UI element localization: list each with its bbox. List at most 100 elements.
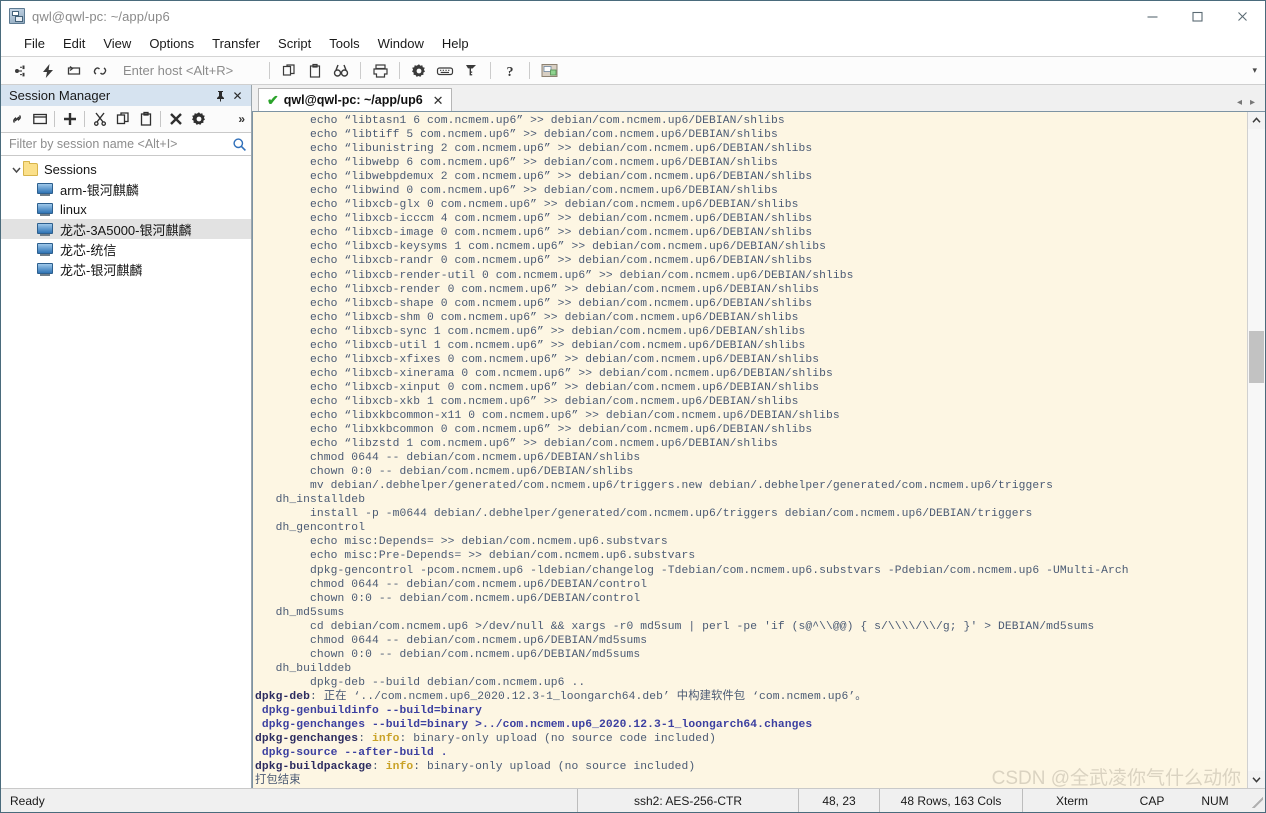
menu-window[interactable]: Window bbox=[369, 33, 433, 54]
connect-icon[interactable] bbox=[10, 60, 34, 82]
sidebar-overflow-icon[interactable]: » bbox=[238, 112, 245, 126]
session-manager-icon[interactable] bbox=[537, 60, 561, 82]
terminal-line: dpkg-source --after-build . bbox=[255, 746, 1247, 760]
terminal-line: echo “libtiff 5 com.ncmem.up6” >> debian… bbox=[255, 128, 1247, 142]
menu-help[interactable]: Help bbox=[433, 33, 478, 54]
tab-close-icon[interactable]: ✕ bbox=[433, 94, 444, 107]
terminal-text-run: chmod 0644 -- debian/com.ncmem.up6/DEBIA… bbox=[255, 635, 647, 647]
copy-icon[interactable] bbox=[277, 60, 301, 82]
resize-grip[interactable] bbox=[1249, 794, 1263, 808]
tab-next-icon[interactable]: ▸ bbox=[1250, 97, 1255, 108]
terminal-text-run: echo “libtasn1 6 com.ncmem.up6” >> debia… bbox=[255, 115, 785, 127]
terminal-scrollbar[interactable] bbox=[1247, 112, 1265, 788]
terminal-line: echo “libzstd 1 com.ncmem.up6” >> debian… bbox=[255, 437, 1247, 451]
menu-tools[interactable]: Tools bbox=[320, 33, 368, 54]
panel-close-icon[interactable]: ✕ bbox=[230, 88, 245, 104]
find-icon[interactable] bbox=[329, 60, 353, 82]
toolbar-separator-3 bbox=[399, 62, 400, 79]
print-icon[interactable] bbox=[368, 60, 392, 82]
terminal-line: echo “libwebp 6 com.ncmem.up6” >> debian… bbox=[255, 156, 1247, 170]
menu-options[interactable]: Options bbox=[140, 33, 203, 54]
session-item-linux[interactable]: linux bbox=[1, 199, 251, 219]
paste-icon[interactable] bbox=[134, 108, 157, 130]
new-session-icon[interactable] bbox=[58, 108, 81, 130]
scroll-down-icon[interactable] bbox=[1248, 771, 1265, 788]
menu-edit[interactable]: Edit bbox=[54, 33, 94, 54]
monitor-icon bbox=[37, 223, 53, 236]
status-cursor-position: 48, 23 bbox=[798, 789, 879, 812]
terminal-text-run: chmod 0644 -- debian/com.ncmem.up6/DEBIA… bbox=[255, 579, 647, 591]
session-filter-input[interactable] bbox=[1, 136, 227, 152]
terminal-text-run: echo “libxcb-xkb 1 com.ncmem.up6” >> deb… bbox=[255, 396, 798, 408]
minimize-button[interactable] bbox=[1130, 1, 1175, 31]
menu-file[interactable]: File bbox=[15, 33, 54, 54]
terminal-line: 打包结束 bbox=[255, 774, 1247, 788]
terminal-text-run: dpkg-source --after-build . bbox=[255, 747, 448, 759]
terminal-text-run: echo misc:Pre-Depends= >> debian/com.ncm… bbox=[255, 550, 695, 562]
terminal-text-run: echo “libxcb-shm 0 com.ncmem.up6” >> deb… bbox=[255, 312, 798, 324]
delete-icon[interactable] bbox=[164, 108, 187, 130]
terminal-line: echo “libxcb-xkb 1 com.ncmem.up6” >> deb… bbox=[255, 395, 1247, 409]
session-manager-title: Session Manager bbox=[9, 88, 110, 103]
menu-bar: File Edit View Options Transfer Script T… bbox=[1, 31, 1265, 57]
close-button[interactable] bbox=[1220, 1, 1265, 31]
terminal-line: echo “libxcb-util 1 com.ncmem.up6” >> de… bbox=[255, 339, 1247, 353]
terminal-line: chmod 0644 -- debian/com.ncmem.up6/DEBIA… bbox=[255, 451, 1247, 465]
scroll-up-icon[interactable] bbox=[1248, 112, 1265, 129]
help-icon[interactable]: ? bbox=[498, 60, 522, 82]
folder-open-icon[interactable] bbox=[28, 108, 51, 130]
session-item-arm[interactable]: arm-银河麒麟 bbox=[1, 179, 251, 199]
terminal-text-run: echo misc:Depends= >> debian/com.ncmem.u… bbox=[255, 536, 668, 548]
terminal-text-run: echo “libxcb-xinput 0 com.ncmem.up6” >> … bbox=[255, 382, 819, 394]
reconnect-icon[interactable] bbox=[62, 60, 86, 82]
terminal-line: echo “libxcb-image 0 com.ncmem.up6” >> d… bbox=[255, 226, 1247, 240]
terminal-text-run: 打包结束 bbox=[255, 775, 301, 787]
tree-root-sessions[interactable]: Sessions bbox=[1, 159, 251, 179]
scrollbar-track[interactable] bbox=[1248, 129, 1265, 771]
terminal-text-run: echo “libwebp 6 com.ncmem.up6” >> debian… bbox=[255, 157, 778, 169]
menu-transfer[interactable]: Transfer bbox=[203, 33, 269, 54]
maximize-button[interactable] bbox=[1175, 1, 1220, 31]
menu-view[interactable]: View bbox=[94, 33, 140, 54]
terminal-text-run: info bbox=[386, 761, 414, 773]
search-icon[interactable] bbox=[227, 137, 251, 152]
tab-prev-icon[interactable]: ◂ bbox=[1237, 97, 1242, 108]
keymap-icon[interactable] bbox=[433, 60, 457, 82]
key-icon[interactable] bbox=[459, 60, 483, 82]
cut-icon[interactable] bbox=[88, 108, 111, 130]
terminal-line: cd debian/com.ncmem.up6 >/dev/null && xa… bbox=[255, 620, 1247, 634]
toolbar-separator-5 bbox=[529, 62, 530, 79]
menu-script[interactable]: Script bbox=[269, 33, 320, 54]
link-icon[interactable] bbox=[5, 108, 28, 130]
terminal-line: echo “libtasn1 6 com.ncmem.up6” >> debia… bbox=[255, 114, 1247, 128]
chevron-down-icon[interactable] bbox=[9, 162, 23, 176]
securecrt-window: qwl@qwl-pc: ~/app/up6 File Edit View Opt… bbox=[0, 0, 1266, 813]
session-item-loongson-kylin[interactable]: 龙芯-银河麒麟 bbox=[1, 259, 251, 279]
connect-sftp-icon[interactable] bbox=[88, 60, 112, 82]
terminal-line: install -p -m0644 debian/.debhelper/gene… bbox=[255, 507, 1247, 521]
copy-icon[interactable] bbox=[111, 108, 134, 130]
terminal-output[interactable]: echo “libtasn1 6 com.ncmem.up6” >> debia… bbox=[253, 112, 1247, 788]
session-manager-panel: Session Manager ✕ bbox=[1, 85, 252, 788]
terminal-text-run: dpkg-deb --build debian/com.ncmem.up6 .. bbox=[255, 677, 585, 689]
settings-icon[interactable] bbox=[407, 60, 431, 82]
sidebar-separator-2 bbox=[84, 111, 85, 127]
terminal-text-run: install -p -m0644 debian/.debhelper/gene… bbox=[255, 508, 1032, 520]
terminal-text-run: cd debian/com.ncmem.up6 >/dev/null && xa… bbox=[255, 621, 1094, 633]
host-input[interactable]: Enter host <Alt+R> bbox=[123, 63, 233, 78]
terminal-line: dh_gencontrol bbox=[255, 521, 1247, 535]
toolbar-separator-2 bbox=[360, 62, 361, 79]
paste-icon[interactable] bbox=[303, 60, 327, 82]
terminal-text-run: echo “libxcb-randr 0 com.ncmem.up6” >> d… bbox=[255, 255, 812, 267]
terminal-text-run: chmod 0644 -- debian/com.ncmem.up6/DEBIA… bbox=[255, 452, 640, 464]
tab-qwl-session[interactable]: ✔ qwl@qwl-pc: ~/app/up6 ✕ bbox=[258, 88, 452, 111]
window-controls bbox=[1130, 1, 1265, 31]
pin-icon[interactable] bbox=[213, 88, 228, 104]
quick-connect-icon[interactable] bbox=[36, 60, 60, 82]
properties-icon[interactable] bbox=[187, 108, 210, 130]
toolbar-overflow-icon[interactable]: ▾ bbox=[1252, 65, 1257, 76]
session-item-loongson-3a5000[interactable]: 龙芯-3A5000-银河麒麟 bbox=[1, 219, 251, 239]
scrollbar-thumb[interactable] bbox=[1249, 331, 1264, 383]
session-item-loongson-uos[interactable]: 龙芯-统信 bbox=[1, 239, 251, 259]
terminal-line: dpkg-genchanges --build=binary >../com.n… bbox=[255, 718, 1247, 732]
